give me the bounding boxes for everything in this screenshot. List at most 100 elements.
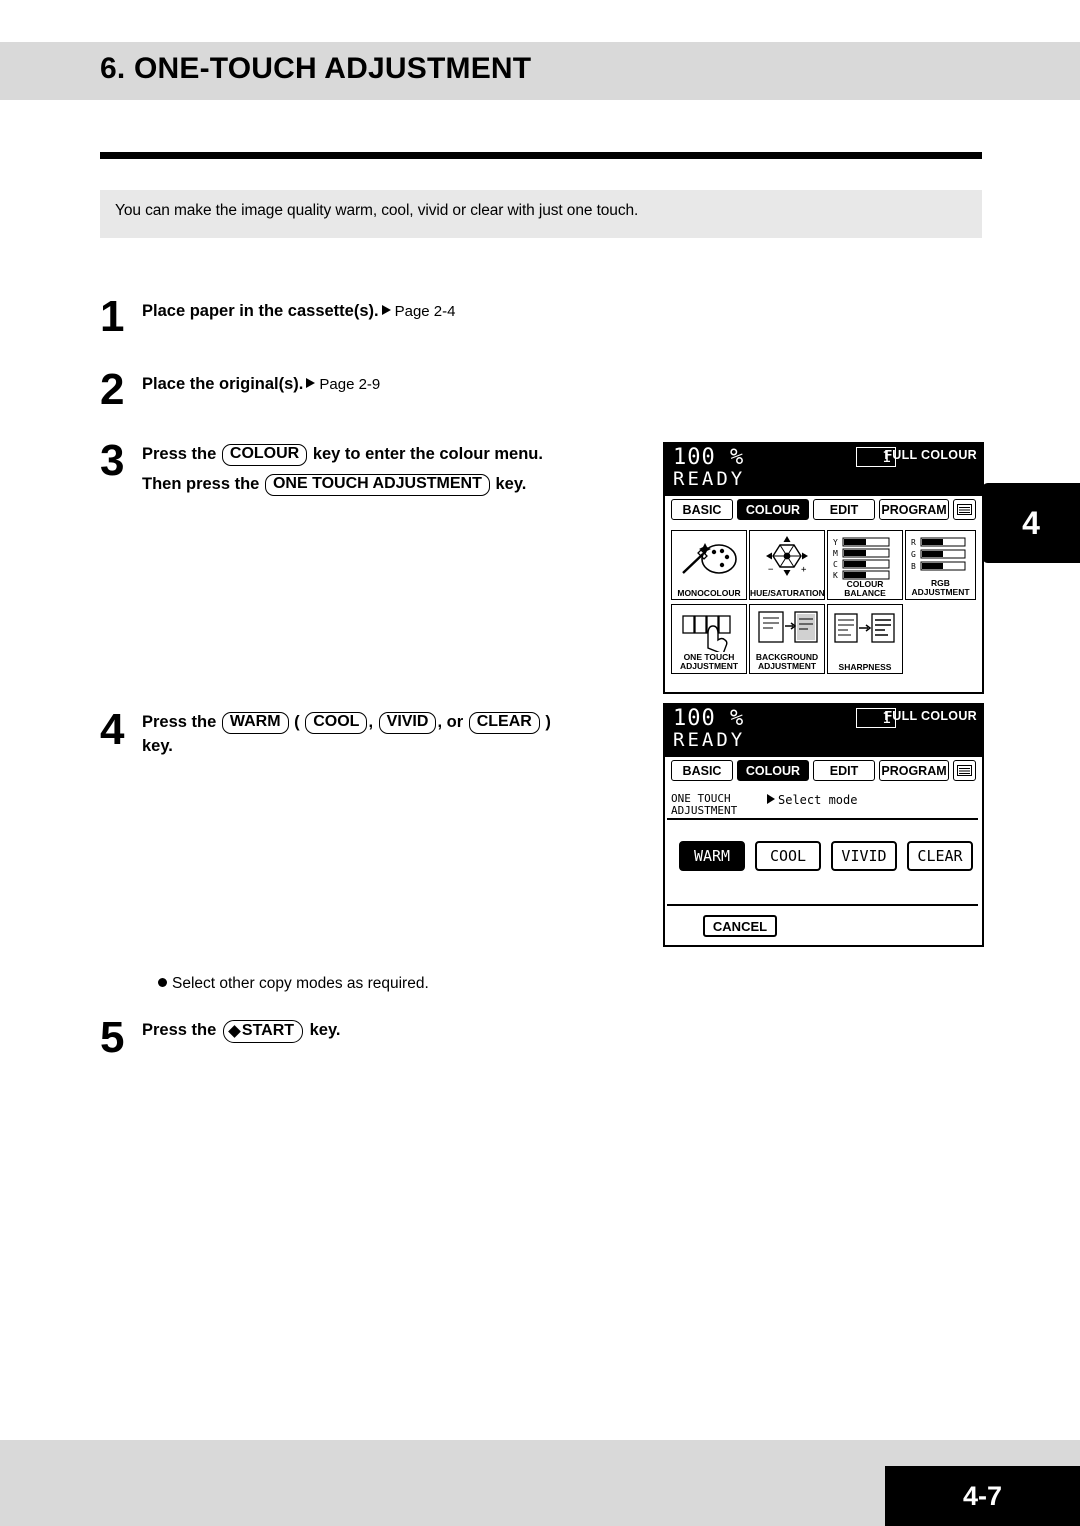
sharpness-icon xyxy=(834,613,895,643)
svg-text:Y: Y xyxy=(833,538,838,547)
clear-key: CLEAR xyxy=(468,712,540,734)
rgb-adjustment-icon: RGB xyxy=(911,537,965,571)
panel1-tile-one-touch-adjustment[interactable]: ONE TOUCH ADJUSTMENT xyxy=(671,604,747,674)
panel2-mode-title-line2: ADJUSTMENT xyxy=(671,804,738,817)
warm-key: WARM xyxy=(221,712,289,734)
page-title: 6. ONE-TOUCH ADJUSTMENT xyxy=(100,52,532,85)
step-5-post: key. xyxy=(309,1021,341,1039)
panel2-status-bar: 100 % READY 1 FULL COLOUR xyxy=(665,705,982,757)
panel1-tabs: BASIC COLOUR EDIT PROGRAM xyxy=(665,499,982,525)
note-text: Select other copy modes as required. xyxy=(172,975,429,992)
intro-text: You can make the image quality warm, coo… xyxy=(115,202,639,219)
panel2-tab-basic[interactable]: BASIC xyxy=(671,760,733,781)
svg-text:G: G xyxy=(911,550,916,559)
panel2-select-mode-text: Select mode xyxy=(778,793,858,807)
panel1-tile-sharpness-label: SHARPNESS xyxy=(838,662,892,672)
panel2-colour-mode: FULL COLOUR xyxy=(884,709,977,723)
select-arrow-icon xyxy=(767,794,775,804)
panel1-tile-rgb-adjustment-label: RGB ADJUSTMENT xyxy=(906,579,975,597)
list-icon xyxy=(957,765,972,776)
svg-text:M: M xyxy=(833,549,838,558)
lcd-panel-colour-menu: 100 % READY 1 FULL COLOUR BASIC COLOUR E… xyxy=(663,442,984,694)
panel1-tile-rgb-line2: ADJUSTMENT xyxy=(911,587,970,597)
step-3-line2-post: key. xyxy=(495,475,527,493)
panel1-colour-mode: FULL COLOUR xyxy=(884,448,977,462)
panel2-button-vivid[interactable]: VIVID xyxy=(831,841,897,871)
panel1-tab-edit[interactable]: EDIT xyxy=(813,499,875,520)
cool-key: COOL xyxy=(305,712,368,734)
panel1-zoom-value: 100 % xyxy=(673,445,745,470)
panel1-tile-background-adjustment[interactable]: BACKGROUND ADJUSTMENT xyxy=(749,604,825,674)
panel1-tab-program[interactable]: PROGRAM xyxy=(879,499,949,520)
monocolour-icon xyxy=(682,543,737,574)
step-4-line-2: key. xyxy=(142,737,173,755)
panel2-tab-more[interactable] xyxy=(953,760,976,781)
hue-saturation-icon: − + xyxy=(766,536,808,576)
step-2-text: Place the original(s). Page 2-9 xyxy=(142,375,380,394)
step-3-line-1: Press the COLOUR key to enter the colour… xyxy=(142,444,543,466)
panel2-cancel-button[interactable]: CANCEL xyxy=(703,915,777,937)
step-1-number: 1 xyxy=(100,292,125,341)
panel1-tile-bg-line2: ADJUSTMENT xyxy=(757,661,817,671)
svg-text:−: − xyxy=(768,565,774,575)
step-4-comma-1: , xyxy=(368,713,374,731)
step-1-text: Place paper in the cassette(s). Page 2-4 xyxy=(142,302,456,321)
panel2-tab-program[interactable]: PROGRAM xyxy=(879,760,949,781)
colour-balance-icon: YMCK xyxy=(833,537,890,580)
step-2-page-ref: Page 2-9 xyxy=(319,376,381,393)
step-1-label: Place paper in the cassette(s). xyxy=(142,302,379,320)
start-key-label: START xyxy=(241,1022,295,1039)
panel1-ready-text: READY xyxy=(673,468,746,490)
panel2-tabs: BASIC COLOUR EDIT PROGRAM xyxy=(665,760,982,786)
step-1-page-ref: Page 2-4 xyxy=(394,303,456,320)
panel1-tile-background-label: BACKGROUND ADJUSTMENT xyxy=(750,653,824,671)
start-diamond-icon xyxy=(228,1025,241,1038)
start-key: START xyxy=(222,1020,304,1043)
panel1-tab-basic[interactable]: BASIC xyxy=(671,499,733,520)
panel2-divider-top xyxy=(667,818,978,820)
panel1-tile-colour-balance[interactable]: YMCK COLOUR BALANCE xyxy=(827,530,903,600)
panel2-button-cool[interactable]: COOL xyxy=(755,841,821,871)
panel1-tile-sharpness[interactable]: SHARPNESS xyxy=(827,604,903,674)
step-4-pre: Press the xyxy=(142,713,217,731)
panel1-tab-more[interactable] xyxy=(953,499,976,520)
panel1-tile-ot-line2: ADJUSTMENT xyxy=(679,661,739,671)
arrow-right-icon xyxy=(306,378,316,388)
panel2-button-warm[interactable]: WARM xyxy=(679,841,745,871)
step-4-line-1: Press the WARM ( COOL, VIVID, or CLEAR ) xyxy=(142,712,551,734)
panel1-tab-colour[interactable]: COLOUR xyxy=(737,499,809,520)
svg-text:B: B xyxy=(911,562,916,571)
bullet-icon xyxy=(158,978,167,987)
note-line: Select other copy modes as required. xyxy=(158,975,429,993)
step-4-paren-open: ( xyxy=(294,713,300,731)
panel2-divider-bottom xyxy=(667,904,978,906)
lcd-panel-one-touch: 100 % READY 1 FULL COLOUR BASIC COLOUR E… xyxy=(663,703,984,947)
step-4-paren-close: ) xyxy=(545,713,551,731)
list-icon xyxy=(957,504,972,515)
panel2-ready-text: READY xyxy=(673,729,746,751)
panel2-tab-edit[interactable]: EDIT xyxy=(813,760,875,781)
panel1-tile-monocolour[interactable]: MONOCOLOUR xyxy=(671,530,747,600)
step-3-pre: Press the xyxy=(142,445,217,463)
panel2-zoom-value: 100 % xyxy=(673,706,745,731)
footer-page-number: 4-7 xyxy=(885,1466,1080,1526)
step-4-comma-2: , xyxy=(437,713,443,731)
step-2-number: 2 xyxy=(100,365,125,414)
panel1-tile-colour-balance-label: COLOUR BALANCE xyxy=(844,579,886,598)
panel2-button-clear[interactable]: CLEAR xyxy=(907,841,973,871)
step-3-line2-pre: Then press the xyxy=(142,475,260,493)
step-2-label: Place the original(s). xyxy=(142,375,304,393)
vivid-key: VIVID xyxy=(378,712,437,734)
step-4-number: 4 xyxy=(100,705,125,754)
panel1-tile-rgb-adjustment[interactable]: RGB RGB ADJUSTMENT xyxy=(905,530,976,600)
panel2-tab-colour[interactable]: COLOUR xyxy=(737,760,809,781)
chapter-side-tab: 4 xyxy=(982,483,1080,563)
panel1-status-bar: 100 % READY 1 FULL COLOUR xyxy=(665,444,982,496)
header-rule xyxy=(100,152,982,159)
panel1-tile-hue-saturation[interactable]: − + HUE/SATURATION xyxy=(749,530,825,600)
svg-text:C: C xyxy=(833,560,838,569)
step-4-or: or xyxy=(446,713,464,731)
svg-text:+: + xyxy=(801,565,807,575)
svg-text:K: K xyxy=(833,571,838,580)
colour-key: COLOUR xyxy=(221,444,308,466)
